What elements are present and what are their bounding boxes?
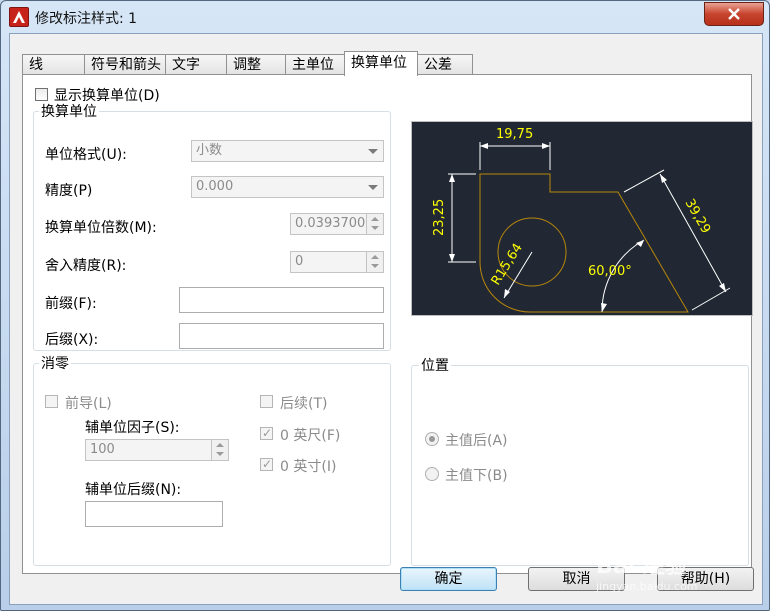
spin-down-icon bbox=[371, 226, 379, 230]
tab-alternate-units[interactable]: 换算单位 bbox=[344, 51, 418, 76]
subunit-factor-value: 100 bbox=[90, 442, 115, 457]
after-primary-radio[interactable] bbox=[425, 432, 439, 446]
window-title: 修改标注样式: 1 bbox=[35, 11, 138, 27]
close-icon bbox=[728, 8, 740, 20]
below-primary-radio[interactable] bbox=[425, 467, 439, 481]
close-button[interactable] bbox=[704, 2, 764, 26]
round-off-value: 0 bbox=[295, 254, 304, 269]
preview-dim-top: 19,75 bbox=[496, 127, 533, 142]
multiplier-value: 0.0393700 bbox=[295, 216, 366, 231]
spin-down-icon bbox=[371, 264, 379, 268]
preview-dim-radius: R15,64 bbox=[489, 241, 526, 288]
alternate-units-panel: 显示换算单位(D) 换算单位 单位格式(U): 小数 精度(P) 0.000 换… bbox=[22, 74, 753, 574]
watermark-sub: jingyan.baidu.com bbox=[596, 580, 698, 593]
tab-fit[interactable]: 调整 bbox=[226, 54, 286, 75]
preview-dim-angle: 60,00° bbox=[588, 264, 632, 279]
preview-dim-left: 23,25 bbox=[432, 199, 447, 236]
spin-up-icon bbox=[216, 443, 224, 447]
zero-inches-checkbox[interactable]: ✓ bbox=[260, 457, 273, 471]
watermark-text: Bai 经验 bbox=[596, 554, 687, 579]
placement-group-title: 位置 bbox=[419, 355, 451, 375]
baidu-watermark: Bai 经验 jingyan.baidu.com bbox=[596, 548, 766, 604]
title-bar[interactable]: 修改标注样式: 1 bbox=[1, 1, 769, 33]
leading-zero-label: 前导(L) bbox=[65, 396, 112, 412]
precision-label: 精度(P) bbox=[45, 183, 93, 199]
after-primary-label: 主值后(A) bbox=[445, 433, 508, 449]
subunit-factor-spinner[interactable]: 100 bbox=[85, 439, 229, 461]
ok-button[interactable]: 确定 bbox=[400, 567, 497, 591]
unit-format-label: 单位格式(U): bbox=[45, 147, 127, 163]
leading-zero-checkbox[interactable] bbox=[45, 395, 58, 408]
zero-feet-checkbox[interactable]: ✓ bbox=[260, 426, 273, 440]
suffix-label-text: 后缀(X): bbox=[45, 329, 99, 349]
suffix-input[interactable] bbox=[179, 323, 384, 349]
zero-feet-label: 0 英尺(F) bbox=[280, 428, 341, 444]
zero-inches-label: 0 英寸(I) bbox=[280, 459, 337, 475]
round-off-spinner[interactable]: 0 bbox=[290, 251, 384, 273]
show-alternate-units-checkbox[interactable] bbox=[35, 88, 48, 101]
checkmark-icon: ✓ bbox=[262, 457, 273, 471]
tab-primary-units[interactable]: 主单位 bbox=[285, 54, 345, 75]
chevron-down-icon bbox=[368, 149, 378, 154]
dimension-preview: 19,75 23,25 39,29 R15,64 60,00° bbox=[411, 121, 753, 316]
tab-lines[interactable]: 线 bbox=[22, 54, 85, 75]
tab-text[interactable]: 文字 bbox=[165, 54, 227, 75]
preview-drawing: 19,75 23,25 39,29 R15,64 60,00° bbox=[432, 127, 731, 313]
below-primary-label: 主值下(B) bbox=[445, 468, 508, 484]
round-off-label: 舍入精度(R): bbox=[45, 258, 127, 274]
unit-format-select[interactable]: 小数 bbox=[191, 140, 384, 162]
subunit-suffix-input[interactable] bbox=[85, 501, 223, 527]
unit-format-value: 小数 bbox=[196, 143, 223, 158]
checkmark-icon: ✓ bbox=[262, 426, 273, 440]
subunit-factor-label: 辅单位因子(S): bbox=[85, 420, 180, 436]
alternate-units-group-title: 换算单位 bbox=[39, 101, 99, 121]
multiplier-spinner[interactable]: 0.0393700 bbox=[290, 213, 384, 235]
autocad-app-icon bbox=[9, 7, 29, 27]
multiplier-label: 换算单位倍数(M): bbox=[45, 220, 157, 236]
spin-up-icon bbox=[371, 255, 379, 259]
preview-dim-diag: 39,29 bbox=[682, 197, 714, 237]
spin-down-icon bbox=[216, 452, 224, 456]
prefix-input[interactable] bbox=[179, 287, 384, 313]
trailing-zero-checkbox[interactable] bbox=[260, 395, 273, 408]
prefix-label: 前缀(F): bbox=[45, 296, 97, 312]
chevron-down-icon bbox=[368, 185, 378, 190]
precision-select[interactable]: 0.000 bbox=[191, 176, 384, 198]
multiplier-spin-buttons[interactable] bbox=[366, 214, 383, 234]
precision-value: 0.000 bbox=[196, 179, 234, 194]
tab-symbols-arrows[interactable]: 符号和箭头 bbox=[84, 54, 166, 75]
radio-selected-dot bbox=[429, 436, 435, 442]
zero-suppression-group-title: 消零 bbox=[39, 353, 71, 373]
subunit-factor-spin-buttons[interactable] bbox=[211, 440, 228, 460]
dialog-client: 线 符号和箭头 文字 调整 主单位 换算单位 公差 显示换算单位(D) 换算单位… bbox=[9, 33, 763, 605]
tab-tolerances[interactable]: 公差 bbox=[417, 54, 473, 75]
round-off-spin-buttons[interactable] bbox=[366, 252, 383, 272]
trailing-zero-label: 后续(T) bbox=[280, 396, 328, 412]
subunit-suffix-label: 辅单位后缀(N): bbox=[85, 482, 182, 498]
dialog-window: 修改标注样式: 1 线 符号和箭头 文字 调整 主单位 换算单位 公差 显示换算… bbox=[0, 0, 770, 611]
spin-up-icon bbox=[371, 217, 379, 221]
